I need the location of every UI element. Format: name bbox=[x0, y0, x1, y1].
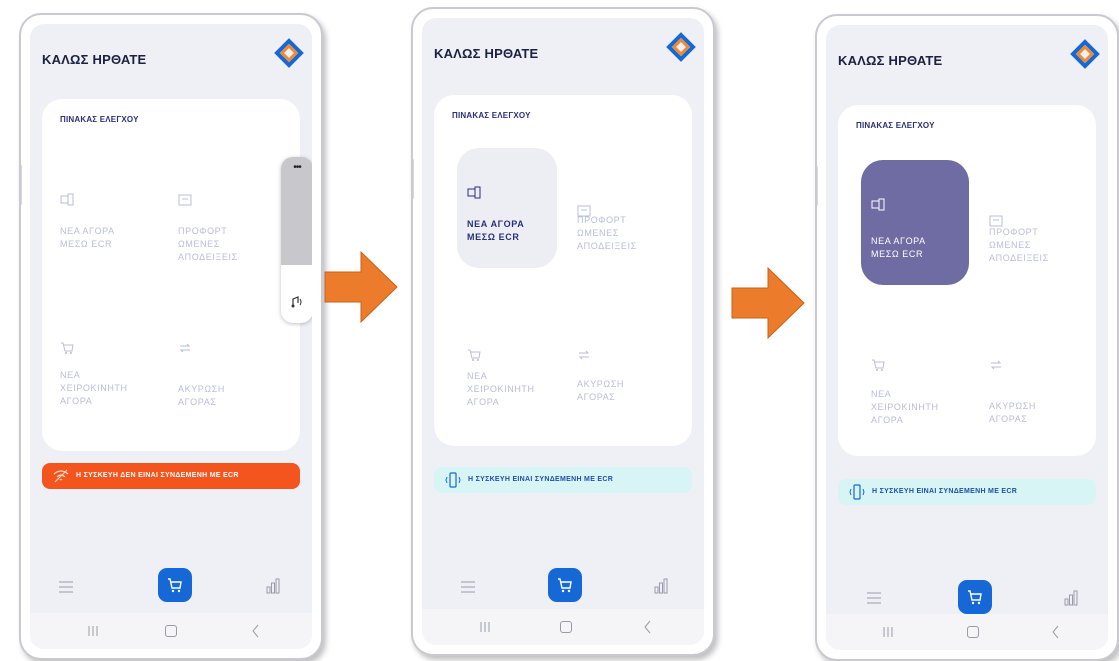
cart-icon bbox=[968, 590, 982, 605]
chart-icon[interactable] bbox=[651, 576, 671, 596]
tile-label: ΑΚΥΡΩΣΗ ΑΓΟΡΑΣ bbox=[989, 401, 1037, 424]
tile-label: ΝΕΑ ΧΕΙΡΟΚΙΝΗΤΗ ΑΓΟΡΑ bbox=[60, 370, 128, 406]
control-panel-card: ΠΙΝΑΚΑΣ ΕΛΕΓΧΟΥ ΝΕΑ ΑΓΟΡΑ ΜΕΣΩ ECR ΠΡΟΦΟ… bbox=[838, 105, 1096, 456]
brand-logo bbox=[274, 38, 304, 68]
phone-vibrate-icon bbox=[445, 472, 461, 488]
chart-icon[interactable] bbox=[263, 576, 283, 596]
cart-icon bbox=[168, 578, 182, 593]
tile-label: ΠΡΟΦΟΡΤ ΩΜΕΝΕΣ ΑΠΟΔΕΙΞΕΙΣ bbox=[178, 226, 238, 262]
home-icon[interactable] bbox=[967, 626, 979, 638]
ecr-device-icon bbox=[871, 198, 885, 211]
phone-vibrate-icon bbox=[849, 484, 865, 500]
page-title: ΚΑΛΩΣ ΗΡΘΑΤΕ bbox=[42, 52, 147, 67]
cart-button[interactable] bbox=[958, 580, 992, 614]
cart-button[interactable] bbox=[158, 568, 192, 602]
cancel-exchange-icon bbox=[179, 343, 191, 353]
receipt-icon bbox=[178, 194, 192, 206]
page-title: ΚΑΛΩΣ ΗΡΘΑΤΕ bbox=[838, 53, 943, 68]
cancel-exchange-icon bbox=[578, 350, 590, 360]
recents-icon[interactable] bbox=[878, 625, 898, 639]
tile-new-manual-purchase[interactable]: ΝΕΑ ΧΕΙΡΟΚΙΝΗΤΗ ΑΓΟΡΑ bbox=[50, 303, 150, 423]
card-title: ΠΙΝΑΚΑΣ ΕΛΕΓΧΟΥ bbox=[452, 111, 531, 120]
ecr-device-icon bbox=[467, 186, 481, 199]
system-nav-bar bbox=[826, 614, 1108, 650]
tile-new-purchase-ecr[interactable]: ΝΕΑ ΑΓΟΡΑ ΜΕΣΩ ECR bbox=[457, 148, 557, 268]
chart-icon[interactable] bbox=[1061, 588, 1081, 608]
side-button bbox=[21, 165, 22, 205]
cart-icon bbox=[872, 359, 885, 371]
cart-icon bbox=[558, 578, 572, 593]
ecr-status-banner: Η ΣΥΣΚΕΥΗ ΔΕΝ ΕΙΝΑΙ ΣΥΝΔΕΜΕΝΗ ΜΕ ECR bbox=[42, 463, 300, 489]
list-icon[interactable] bbox=[458, 577, 478, 597]
back-icon[interactable] bbox=[643, 620, 653, 634]
tile-preloaded-receipts[interactable]: ΠΡΟΦΟΡΤ ΩΜΕΝΕΣ ΑΠΟΔΕΙΞΕΙΣ bbox=[168, 155, 268, 275]
transition-arrow-1 bbox=[324, 250, 398, 324]
control-panel-card: ΠΙΝΑΚΑΣ ΕΛΕΓΧΟΥ ΝΕΑ ΑΓΟΡΑ ΜΕΣΩ ECR ΠΡΟΦΟ… bbox=[42, 99, 312, 451]
back-icon[interactable] bbox=[1051, 625, 1061, 639]
cart-button[interactable] bbox=[548, 568, 582, 602]
ecr-status-banner: Η ΣΥΣΚΕΥΗ ΕΙΝΑΙ ΣΥΝΔΕΜΕΝΗ ΜΕ ECR bbox=[434, 467, 692, 493]
status-text: Η ΣΥΣΚΕΥΗ ΕΙΝΑΙ ΣΥΝΔΕΜΕΝΗ ΜΕ ECR bbox=[872, 488, 1018, 495]
app-screen: ΚΑΛΩΣ ΗΡΘΑΤΕ ΠΙΝΑΚΑΣ ΕΛΕΓΧΟΥ ΝΕΑ ΑΓΟΡΑ Μ… bbox=[30, 24, 312, 649]
tile-label: ΠΡΟΦΟΡΤ ΩΜΕΝΕΣ ΑΠΟΔΕΙΞΕΙΣ bbox=[989, 227, 1049, 263]
cancel-exchange-icon bbox=[990, 360, 1002, 370]
brand-logo bbox=[1070, 39, 1100, 69]
control-panel-card: ΠΙΝΑΚΑΣ ΕΛΕΓΧΟΥ ΝΕΑ ΑΓΟΡΑ ΜΕΣΩ ECR ΠΡΟΦΟ… bbox=[434, 95, 692, 446]
recents-icon[interactable] bbox=[83, 624, 103, 638]
tile-label: ΑΚΥΡΩΣΗ ΑΓΟΡΑΣ bbox=[178, 384, 226, 407]
home-icon[interactable] bbox=[560, 621, 572, 633]
card-title: ΠΙΝΑΚΑΣ ΕΛΕΓΧΟΥ bbox=[60, 115, 139, 124]
list-icon[interactable] bbox=[56, 577, 76, 597]
floating-toolbar[interactable]: ••• bbox=[281, 157, 312, 323]
status-text: Η ΣΥΣΚΕΥΗ ΕΙΝΑΙ ΣΥΝΔΕΜΕΝΗ ΜΕ ECR bbox=[468, 476, 614, 483]
tile-label: ΝΕΑ ΑΓΟΡΑ ΜΕΣΩ ECR bbox=[871, 236, 926, 259]
tile-preloaded-receipts[interactable]: ΠΡΟΦΟΡΤ ΩΜΕΝΕΣ ΑΠΟΔΕΙΞΕΙΣ bbox=[979, 176, 1079, 296]
phone-screen-1: ΚΑΛΩΣ ΗΡΘΑΤΕ ΠΙΝΑΚΑΣ ΕΛΕΓΧΟΥ ΝΕΑ ΑΓΟΡΑ Μ… bbox=[19, 13, 323, 660]
tile-cancel-purchase[interactable]: ΑΚΥΡΩΣΗ ΑΓΟΡΑΣ bbox=[979, 320, 1079, 440]
tile-new-purchase-ecr[interactable]: ΝΕΑ ΑΓΟΡΑ ΜΕΣΩ ECR bbox=[50, 155, 150, 275]
page-title: ΚΑΛΩΣ ΗΡΘΑΤΕ bbox=[434, 46, 539, 61]
side-button bbox=[413, 159, 414, 199]
tile-label: ΑΚΥΡΩΣΗ ΑΓΟΡΑΣ bbox=[577, 379, 625, 402]
app-screen: ΚΑΛΩΣ ΗΡΘΑΤΕ ΠΙΝΑΚΑΣ ΕΛΕΓΧΟΥ ΝΕΑ ΑΓΟΡΑ Μ… bbox=[422, 18, 704, 645]
tile-preloaded-receipts[interactable]: ΠΡΟΦΟΡΤ ΩΜΕΝΕΣ ΑΠΟΔΕΙΞΕΙΣ bbox=[567, 166, 667, 286]
tile-label: ΠΡΟΦΟΡΤ ΩΜΕΝΕΣ ΑΠΟΔΕΙΞΕΙΣ bbox=[577, 215, 637, 251]
tile-label: ΝΕΑ ΧΕΙΡΟΚΙΝΗΤΗ ΑΓΟΡΑ bbox=[467, 371, 535, 407]
tile-new-manual-purchase[interactable]: ΝΕΑ ΧΕΙΡΟΚΙΝΗΤΗ ΑΓΟΡΑ bbox=[457, 310, 557, 430]
tile-label: ΝΕΑ ΑΓΟΡΑ ΜΕΣΩ ECR bbox=[60, 226, 115, 249]
tile-new-purchase-ecr[interactable]: ΝΕΑ ΑΓΟΡΑ ΜΕΣΩ ECR bbox=[861, 160, 969, 285]
tile-new-manual-purchase[interactable]: ΝΕΑ ΧΕΙΡΟΚΙΝΗΤΗ ΑΓΟΡΑ bbox=[861, 320, 961, 440]
home-icon[interactable] bbox=[165, 625, 177, 637]
system-nav-bar bbox=[422, 609, 704, 645]
recents-icon[interactable] bbox=[475, 620, 495, 634]
cart-icon bbox=[468, 349, 481, 361]
floating-toolbar-bottom bbox=[281, 265, 312, 323]
ecr-status-banner: Η ΣΥΣΚΕΥΗ ΕΙΝΑΙ ΣΥΝΔΕΜΕΝΗ ΜΕ ECR bbox=[838, 479, 1096, 505]
app-screen: ΚΑΛΩΣ ΗΡΘΑΤΕ ΠΙΝΑΚΑΣ ΕΛΕΓΧΟΥ ΝΕΑ ΑΓΟΡΑ Μ… bbox=[826, 25, 1108, 650]
side-button bbox=[817, 166, 818, 206]
list-icon[interactable] bbox=[864, 588, 884, 608]
tile-cancel-purchase[interactable]: ΑΚΥΡΩΣΗ ΑΓΟΡΑΣ bbox=[168, 303, 268, 423]
system-nav-bar bbox=[30, 613, 312, 649]
status-text: Η ΣΥΣΚΕΥΗ ΔΕΝ ΕΙΝΑΙ ΣΥΝΔΕΜΕΝΗ ΜΕ ECR bbox=[76, 472, 239, 479]
transition-arrow-2 bbox=[731, 266, 805, 340]
wifi-off-icon bbox=[53, 469, 69, 483]
cart-icon bbox=[61, 342, 74, 354]
back-icon[interactable] bbox=[251, 624, 261, 638]
tile-label: ΝΕΑ ΧΕΙΡΟΚΙΝΗΤΗ ΑΓΟΡΑ bbox=[871, 389, 939, 425]
phone-screen-3: ΚΑΛΩΣ ΗΡΘΑΤΕ ΠΙΝΑΚΑΣ ΕΛΕΓΧΟΥ ΝΕΑ ΑΓΟΡΑ Μ… bbox=[815, 14, 1119, 661]
phone-screen-2: ΚΑΛΩΣ ΗΡΘΑΤΕ ΠΙΝΑΚΑΣ ΕΛΕΓΧΟΥ ΝΕΑ ΑΓΟΡΑ Μ… bbox=[411, 7, 715, 656]
brand-logo bbox=[666, 32, 696, 62]
tile-label: ΝΕΑ ΑΓΟΡΑ ΜΕΣΩ ECR bbox=[467, 219, 525, 242]
sound-icon[interactable] bbox=[290, 295, 304, 309]
more-options-icon[interactable]: ••• bbox=[281, 162, 312, 173]
ecr-device-icon bbox=[60, 193, 74, 206]
tile-cancel-purchase[interactable]: ΑΚΥΡΩΣΗ ΑΓΟΡΑΣ bbox=[567, 310, 667, 430]
card-title: ΠΙΝΑΚΑΣ ΕΛΕΓΧΟΥ bbox=[856, 121, 935, 130]
